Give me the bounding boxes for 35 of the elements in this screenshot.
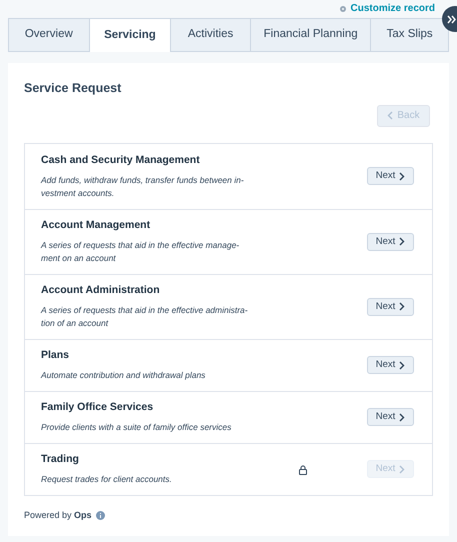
request-title: Account Administration xyxy=(41,283,161,298)
tab[interactable]: Financial Planning xyxy=(250,18,372,52)
request-description: A series of requests that aid in the effective administra- tion of an account xyxy=(41,304,249,330)
tab[interactable]: Overview xyxy=(8,18,90,52)
request-description: Request trades for client accounts. xyxy=(41,473,173,486)
chevron-icon xyxy=(399,360,406,370)
tab[interactable]: Servicing xyxy=(88,18,172,52)
tab[interactable]: Tax Slips xyxy=(370,18,449,52)
next-button[interactable]: Next xyxy=(367,298,414,316)
next-button[interactable]: Next xyxy=(367,356,414,374)
tab[interactable]: Activities xyxy=(170,18,251,52)
section-title: Service Request xyxy=(24,80,122,97)
request-description: Automate contribution and withdrawal plans xyxy=(41,369,206,382)
chevron-icon xyxy=(399,412,406,422)
next-button[interactable]: Next xyxy=(367,167,414,186)
next-button[interactable]: Next xyxy=(367,408,414,426)
request-description: Add funds, withdraw funds, transfer funds between in- vestment accounts. xyxy=(41,174,245,200)
chevron-icon xyxy=(399,464,406,474)
gear-icon xyxy=(338,4,347,12)
request-title: Trading xyxy=(41,452,80,468)
lock-icon xyxy=(299,465,307,476)
request-description: Provide clients with a suite of family office services xyxy=(41,421,232,434)
request-title: Plans xyxy=(41,348,70,364)
chevron-icon xyxy=(387,111,394,120)
request-title: Family Office Services xyxy=(41,400,154,416)
request-title: Account Management xyxy=(41,218,152,234)
chevron-icon xyxy=(399,302,406,312)
info-icon xyxy=(96,511,105,520)
powered-by-text: Powered by Ops xyxy=(24,508,92,522)
chevron-icon xyxy=(399,172,406,181)
request-description: A series of requests that aid in the effective manage- ment on an account xyxy=(41,239,240,266)
double-chevron-icon xyxy=(447,14,456,24)
next-button[interactable]: Next xyxy=(367,232,414,251)
chevron-icon xyxy=(399,237,406,246)
request-title: Cash and Security Management xyxy=(41,152,201,168)
